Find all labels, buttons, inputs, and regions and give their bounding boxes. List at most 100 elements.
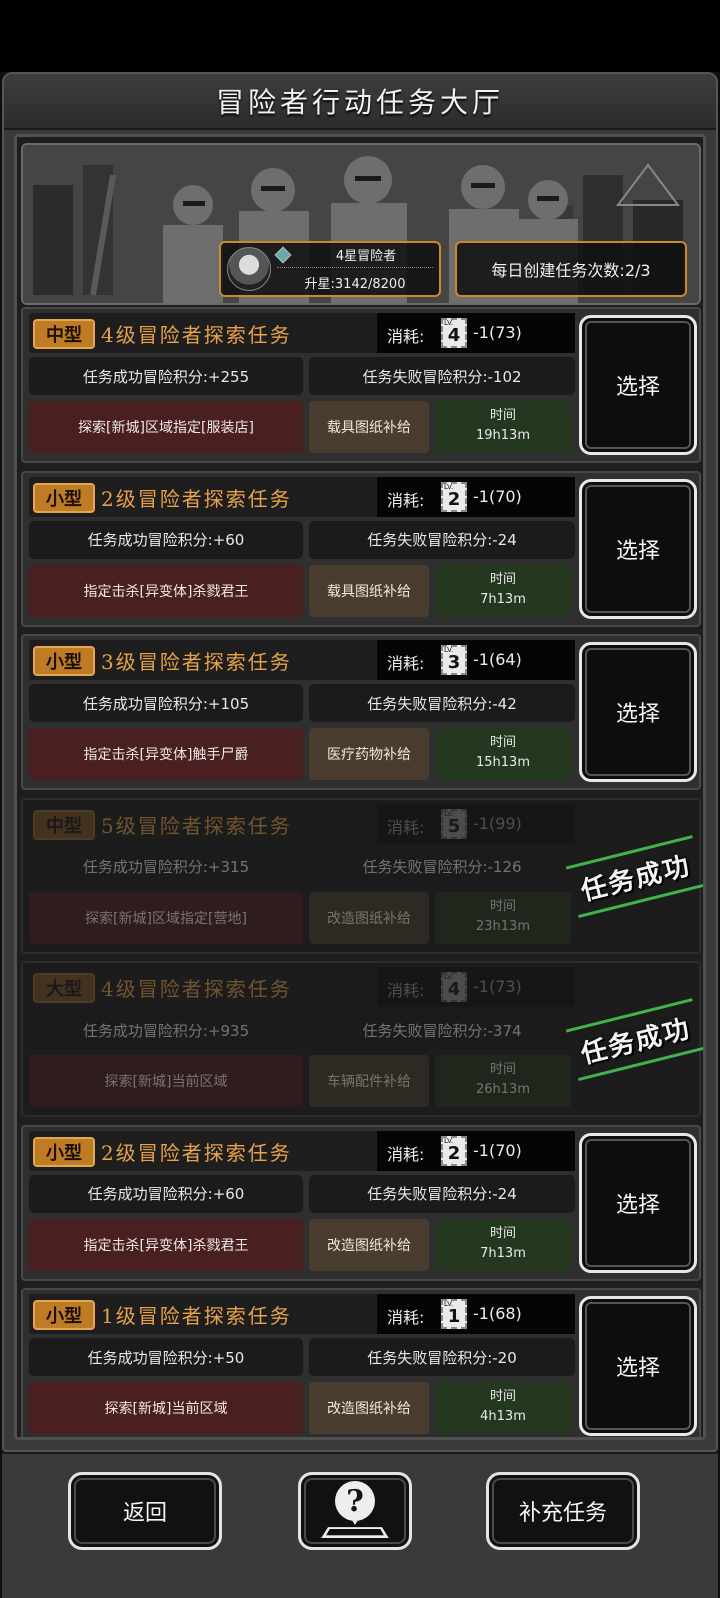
task-target: 探索[新城]当前区域 [29, 1382, 303, 1434]
level-number: 5 [447, 815, 461, 837]
time-label: 时间 [489, 898, 516, 914]
cost-value: -1(68) [473, 1304, 522, 1323]
select-task-button[interactable]: 选择 [579, 642, 697, 782]
task-target: 指定击杀[异变体]触手尸爵 [29, 728, 303, 780]
task-reward: 改造图纸补给 [309, 1382, 429, 1434]
task-header: 中型 5级冒险者探索任务 消耗: LV. 5 -1(99) [29, 803, 575, 844]
time-value: 15h13m [476, 755, 530, 770]
avatar[interactable] [227, 247, 271, 291]
cost-box: 消耗: LV. 2 -1(70) [377, 476, 575, 517]
select-task-button[interactable]: 选择 [579, 315, 697, 455]
rank-panel[interactable]: 4星冒险者 升星:3142/8200 [219, 241, 441, 297]
back-button[interactable]: 返回 [68, 1472, 222, 1550]
task-header: 大型 4级冒险者探索任务 消耗: LV. 4 -1(73) [29, 967, 575, 1007]
task-card: 大型 4级冒险者探索任务 消耗: LV. 4 -1(73) 任务成功冒险积分:+935 任务失… [21, 961, 703, 1117]
cost-label: 消耗: [387, 1144, 425, 1164]
time-value: 19h13m [476, 428, 530, 443]
cost-box: 消耗: LV. 4 -1(73) [377, 967, 575, 1007]
task-name: 2级冒险者探索任务 [101, 1140, 292, 1165]
task-name: 4级冒险者探索任务 [101, 977, 292, 1001]
task-target: 探索[新城]当前区域 [29, 1055, 303, 1107]
task-target: 探索[新城]区域指定[服装店] [29, 401, 303, 453]
cost-label: 消耗: [387, 654, 425, 673]
page-title: 冒险者行动任务大厅 [4, 74, 716, 130]
size-badge: 小型 [33, 482, 95, 513]
level-number: 4 [447, 325, 461, 346]
cost-value: -1(73) [473, 323, 522, 342]
fail-points: 任务失败冒险积分:-374 [309, 1011, 575, 1049]
task-reward: 车辆配件补给 [309, 1055, 429, 1107]
task-header: 小型 3级冒险者探索任务 消耗: LV. 3 -1(64) [29, 640, 575, 680]
task-time: 时间 7h13m [435, 564, 571, 617]
level-number: 2 [447, 488, 461, 510]
status-bar-area [0, 0, 720, 72]
task-time: 时间 23h13m [435, 891, 571, 944]
select-task-button[interactable]: 选择 [579, 1296, 697, 1436]
help-map-pin-icon: ? [321, 1481, 389, 1541]
task-reward: 载具图纸补给 [309, 564, 429, 617]
task-card: 小型 2级冒险者探索任务 消耗: LV. 2 -1(70) 任务成功冒险积分:+60 任务失败… [21, 1124, 701, 1281]
time-label: 时间 [489, 1389, 516, 1404]
task-header: 小型 2级冒险者探索任务 消耗: LV. 2 -1(70) [29, 476, 575, 517]
task-time: 时间 26h13m [435, 1055, 571, 1107]
fail-points: 任务失败冒险积分:-42 [309, 684, 575, 722]
cost-box: 消耗: LV. 5 -1(99) [377, 803, 575, 844]
success-points: 任务成功冒险积分:+315 [29, 847, 303, 886]
task-time: 时间 4h13m [435, 1382, 571, 1434]
select-task-button[interactable]: 选择 [579, 1132, 697, 1273]
level-number: 3 [447, 652, 461, 673]
task-name: 5级冒险者探索任务 [101, 813, 292, 838]
time-value: 4h13m [480, 1409, 526, 1424]
success-points: 任务成功冒险积分:+105 [29, 684, 303, 722]
rank-progress: 升星:3142/8200 [304, 277, 406, 292]
cost-label: 消耗: [387, 981, 425, 1000]
fail-points: 任务失败冒险积分:-102 [309, 357, 575, 395]
level-card-icon: LV. 2 [441, 481, 467, 512]
fail-points: 任务失败冒险积分:-24 [309, 520, 575, 559]
cost-label: 消耗: [387, 327, 425, 346]
cost-box: 消耗: LV. 1 -1(68) [377, 1294, 575, 1334]
task-list-container[interactable]: 4星冒险者 升星:3142/8200 每日创建任务次数:2/3 中型 4级冒险者探… [14, 134, 706, 1440]
select-task-button[interactable]: 选择 [579, 478, 697, 619]
fail-points: 任务失败冒险积分:-24 [309, 1174, 575, 1213]
size-badge: 小型 [33, 1300, 95, 1330]
level-card-icon: LV. 4 [441, 318, 467, 348]
task-target: 指定击杀[异变体]杀戮君王 [29, 1218, 303, 1271]
time-label: 时间 [489, 408, 516, 423]
task-header: 小型 1级冒险者探索任务 消耗: LV. 1 -1(68) [29, 1294, 575, 1334]
task-reward: 改造图纸补给 [309, 1218, 429, 1271]
level-card-icon: LV. 4 [441, 972, 467, 1002]
task-card: 小型 1级冒险者探索任务 消耗: LV. 1 -1(68) 任务成功冒险积分:+50 任务失败… [21, 1288, 701, 1437]
level-number: 2 [447, 1142, 461, 1164]
task-name: 3级冒险者探索任务 [101, 650, 292, 674]
task-reward: 载具图纸补给 [309, 401, 429, 453]
task-card: 小型 2级冒险者探索任务 消耗: LV. 2 -1(70) 任务成功冒险积分:+60 任务失败… [21, 470, 701, 627]
task-time: 时间 19h13m [435, 401, 571, 453]
task-time: 时间 7h13m [435, 1218, 571, 1271]
task-success-stamp: 任务成功 [565, 998, 703, 1086]
fail-points: 任务失败冒险积分:-20 [309, 1338, 575, 1376]
cost-box: 消耗: LV. 2 -1(70) [377, 1130, 575, 1171]
success-points: 任务成功冒险积分:+60 [29, 520, 303, 559]
success-points: 任务成功冒险积分:+50 [29, 1338, 303, 1376]
level-card-icon: LV. 2 [441, 1135, 467, 1166]
size-badge: 中型 [33, 809, 95, 840]
rank-title: 4星冒险者 [335, 249, 397, 264]
cost-value: -1(64) [473, 650, 522, 669]
task-reward: 医疗药物补给 [309, 728, 429, 780]
divider [277, 267, 433, 268]
cost-box: 消耗: LV. 3 -1(64) [377, 640, 575, 680]
size-badge: 小型 [33, 646, 95, 676]
task-card: 小型 3级冒险者探索任务 消耗: LV. 3 -1(64) 任务成功冒险积分:+105 任务失… [21, 634, 701, 790]
star-gem-icon [274, 246, 292, 264]
success-points: 任务成功冒险积分:+60 [29, 1174, 303, 1213]
cost-value: -1(73) [473, 977, 522, 996]
success-points: 任务成功冒险积分:+935 [29, 1011, 303, 1049]
size-badge: 小型 [33, 1136, 95, 1167]
task-name: 4级冒险者探索任务 [101, 323, 292, 347]
cost-value: -1(70) [473, 486, 522, 506]
cost-value: -1(70) [473, 1140, 522, 1160]
refill-tasks-button[interactable]: 补充任务 [486, 1472, 640, 1550]
level-card-icon: LV. 1 [441, 1299, 467, 1329]
help-button[interactable]: ? [298, 1472, 412, 1550]
